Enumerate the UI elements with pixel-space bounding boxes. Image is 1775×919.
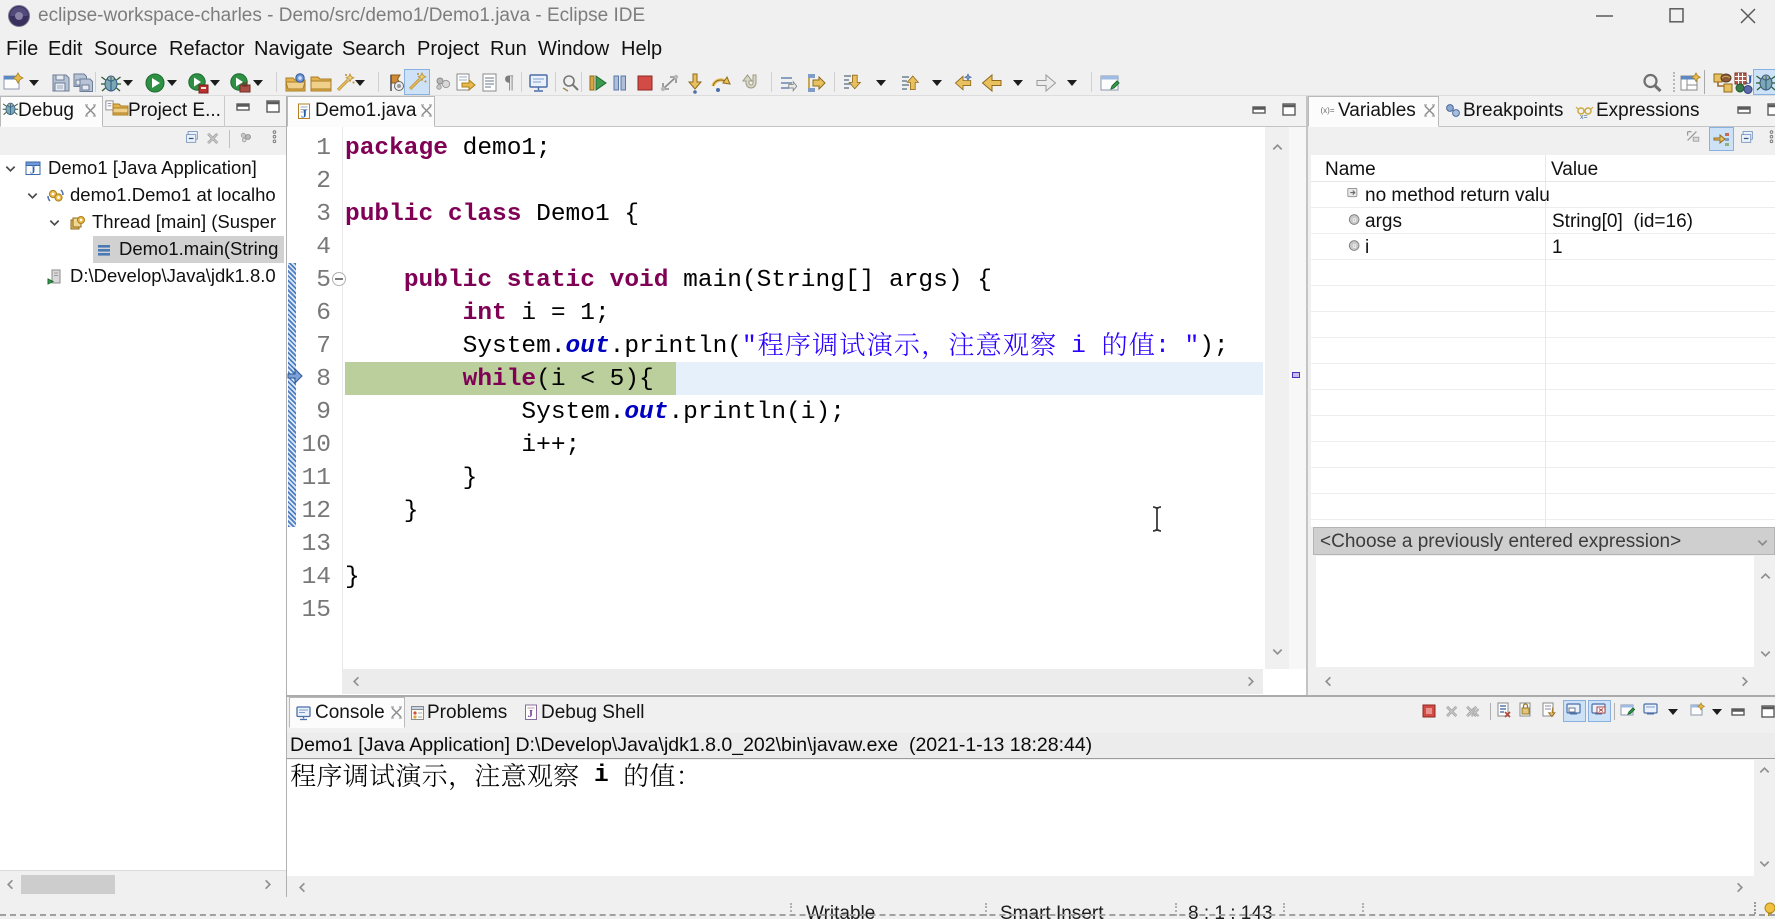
svg-text:J: J [1746, 72, 1753, 87]
svg-text:J: J [301, 107, 307, 121]
svg-text:o: o [1352, 217, 1356, 225]
svg-text:(x)=: (x)= [1321, 106, 1335, 115]
svg-text:J: J [528, 708, 534, 720]
svg-text:¶: ¶ [505, 72, 514, 93]
svg-text:x=: x= [1580, 114, 1588, 120]
svg-text:J: J [30, 165, 36, 177]
svg-text:o: o [1352, 243, 1356, 251]
